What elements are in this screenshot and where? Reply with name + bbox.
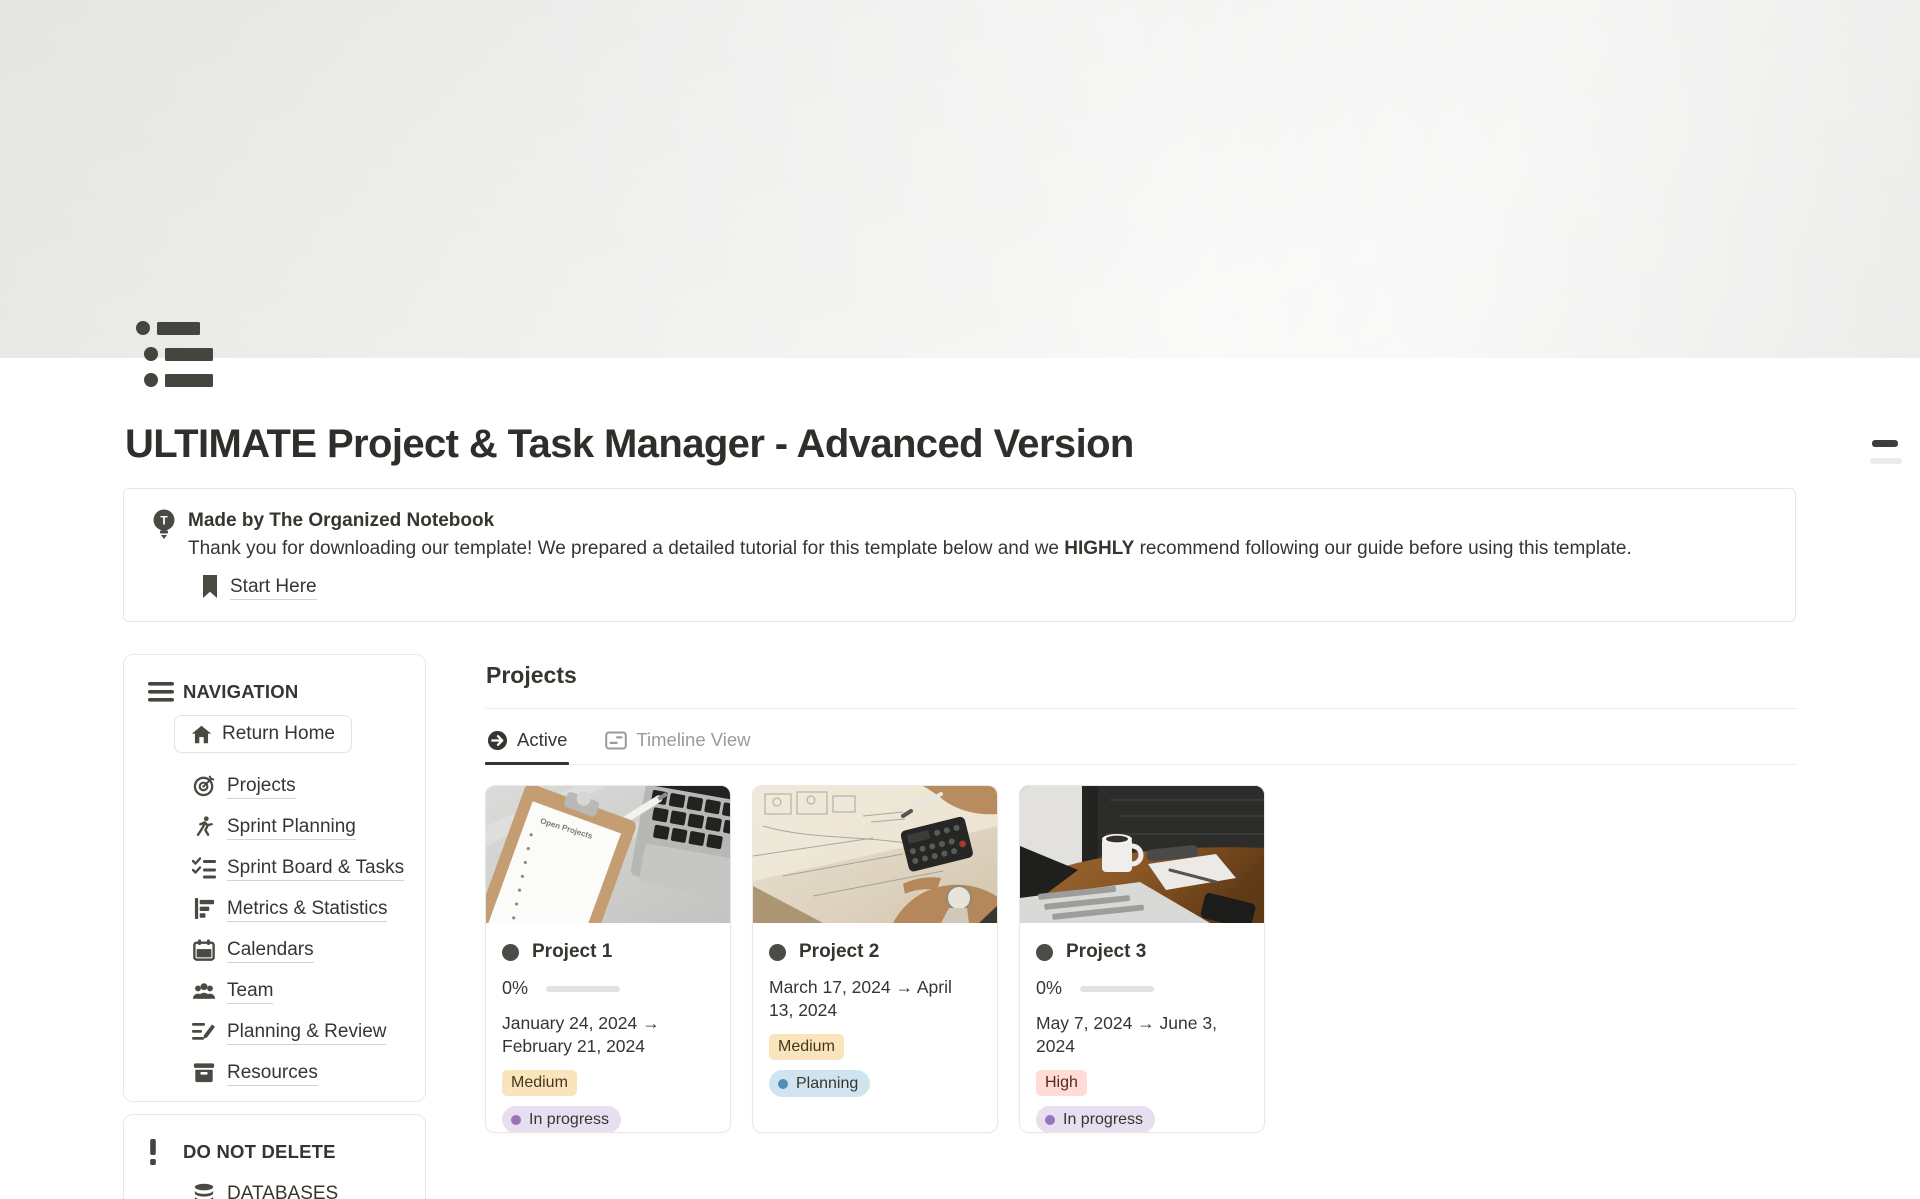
timeline-icon [605,731,627,750]
status-label: In progress [1063,1111,1143,1129]
navigation-list: Projects Sprint Pla [148,765,407,1093]
outline-indicator-bar[interactable] [1870,458,1902,464]
database-icon [192,1183,216,1199]
team-icon [192,981,216,1001]
navigation-panel: NAVIGATION Return Home [123,654,426,1102]
archive-box-icon [192,1062,216,1083]
sidebar-item-label: Resources [227,1060,318,1086]
sidebar-item-resources[interactable]: Resources [192,1052,407,1093]
project-dates: March 17, 2024 → April 13, 2024 [769,976,981,1022]
status-tag: Planning [769,1070,870,1097]
status-tag: In progress [1036,1106,1155,1133]
status-dot [511,1115,521,1125]
navigation-header[interactable]: NAVIGATION [148,679,407,705]
progress-bar [1080,986,1154,992]
bookmark-icon [200,574,220,600]
return-home-button[interactable]: Return Home [174,715,352,753]
sidebar-item-projects[interactable]: Projects [192,765,407,806]
sidebar-item-label: Sprint Planning [227,814,356,840]
callout-text-bold: HIGHLY [1064,538,1134,559]
priority-tag: High [1036,1070,1087,1096]
sidebar-item-label: Planning & Review [227,1019,386,1045]
runner-icon [192,815,216,838]
sidebar-item-label: Sprint Board & Tasks [227,855,404,881]
sidebar-item-label: DATABASES [227,1181,338,1199]
tab-timeline-view[interactable]: Timeline View [603,729,752,764]
sidebar-item-team[interactable]: Team [192,970,407,1011]
sidebar-item-metrics-statistics[interactable]: Metrics & Statistics [192,888,407,929]
project-card-1[interactable]: Open Projects Project 1 [485,785,731,1133]
sidebar-item-sprint-planning[interactable]: Sprint Planning [192,806,407,847]
target-icon [192,774,216,797]
navigation-header-label: NAVIGATION [183,679,298,705]
callout-text: Thank you for downloading our template! … [188,534,1769,563]
project-card-2[interactable]: Project 2 March 17, 2024 → April 13, 202… [752,785,998,1133]
do-not-delete-panel: DO NOT DELETE DATABASES [123,1114,426,1199]
status-tag: In progress [502,1106,621,1133]
project-page-circle-icon [502,944,519,961]
status-label: Planning [796,1075,858,1093]
priority-tag: Medium [502,1070,577,1096]
notion-page: ULTIMATE Project & Task Manager - Advanc… [0,0,1920,1199]
arrow-circle-icon [487,730,508,751]
sidebar-item-label: Calendars [227,937,314,963]
project-3-cover-image [1020,786,1265,923]
project-2-cover-image [753,786,998,923]
lightbulb-logo-icon: T [150,509,178,541]
outline-indicator-bar-active[interactable] [1872,440,1898,447]
bar-chart-icon [192,897,216,920]
project-title: Project 3 [1066,941,1146,963]
sidebar-item-label: Team [227,978,273,1004]
project-gallery: Open Projects Project 1 [485,785,1796,1133]
return-home-label: Return Home [222,723,335,745]
svg-text:T: T [160,514,168,528]
hamburger-menu-icon [148,681,174,703]
project-dates: May 7, 2024 → June 3, 2024 [1036,1012,1248,1058]
project-page-circle-icon [1036,944,1053,961]
project-title: Project 1 [532,941,612,963]
status-dot [778,1079,788,1089]
sidebar-item-label: Projects [227,773,296,799]
home-icon [191,724,212,745]
tab-timeline-label: Timeline View [636,729,750,751]
calendar-icon [192,939,216,961]
page-cover-image [0,0,1920,358]
callout-text-after: recommend following our guide before usi… [1134,538,1631,559]
progress-value: 0% [1036,978,1062,999]
checklist-icon [192,857,216,879]
page-title[interactable]: ULTIMATE Project & Task Manager - Advanc… [125,420,1796,468]
callout-title: Made by The Organized Notebook [188,507,1769,534]
status-dot [1045,1115,1055,1125]
sidebar-item-sprint-board-tasks[interactable]: Sprint Board & Tasks [192,847,407,888]
callout-text-before: Thank you for downloading our template! … [188,538,1064,559]
project-title: Project 2 [799,941,879,963]
view-tabs: Active Timeline View [485,709,1796,765]
project-1-cover-image: Open Projects [486,786,731,923]
made-by-callout: T Made by The Organized Notebook Thank y… [123,488,1796,622]
do-not-delete-header[interactable]: DO NOT DELETE [148,1139,407,1165]
compose-icon [192,1021,216,1043]
progress-value: 0% [502,978,528,999]
exclamation-icon [148,1139,174,1165]
start-here-label: Start Here [230,574,317,600]
status-label: In progress [529,1111,609,1129]
project-card-3[interactable]: Project 3 0% May 7, 2024 → June 3, 2024 … [1019,785,1265,1133]
tab-active-label: Active [517,729,567,751]
sidebar-item-planning-review[interactable]: Planning & Review [192,1011,407,1052]
sidebar-item-label: Metrics & Statistics [227,896,387,922]
project-dates: January 24, 2024 → February 21, 2024 [502,1012,714,1058]
project-page-circle-icon [769,944,786,961]
progress-bar [546,986,620,992]
sidebar-item-databases[interactable]: DATABASES [192,1173,407,1199]
start-here-link[interactable]: Start Here [200,569,1769,605]
priority-tag: Medium [769,1034,844,1060]
sidebar-item-calendars[interactable]: Calendars [192,929,407,970]
do-not-delete-label: DO NOT DELETE [183,1139,336,1165]
tab-active[interactable]: Active [485,729,569,764]
projects-section-title: Projects [486,660,1796,690]
